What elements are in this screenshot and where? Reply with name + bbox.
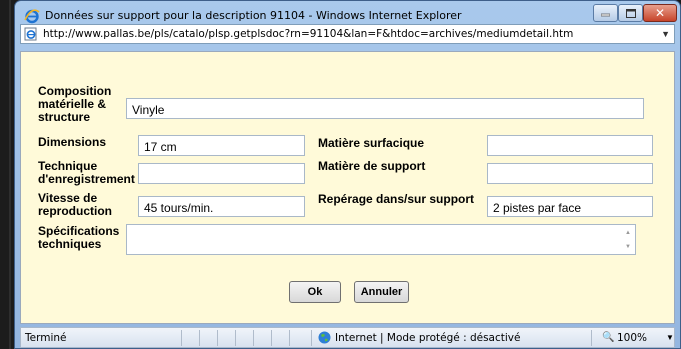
minimize-button[interactable] (593, 4, 618, 22)
status-separator (591, 330, 592, 346)
matiere-surfacique-field[interactable] (487, 135, 653, 156)
close-button[interactable]: ✕ (643, 4, 677, 22)
specifications-label: Spécifications techniques (38, 224, 120, 251)
maximize-icon (625, 8, 636, 18)
window-title: Données sur support pour la description … (45, 9, 462, 22)
zoom-icon: 🔍 (602, 332, 615, 343)
reperage-label: Repérage dans/sur support (318, 192, 475, 206)
status-bar: Terminé Internet | Mode protégé : désact… (20, 327, 675, 348)
internet-explorer-icon (24, 9, 40, 24)
status-separator (235, 330, 236, 346)
maximize-button[interactable] (618, 4, 643, 22)
status-separator (217, 330, 218, 346)
status-text: Terminé (25, 332, 67, 344)
dimensions-field[interactable]: 17 cm (138, 135, 305, 156)
status-separator (311, 330, 312, 346)
dimensions-label: Dimensions (38, 135, 107, 149)
address-bar[interactable]: http://www.pallas.be/pls/catalo/plsp.get… (20, 24, 675, 44)
reperage-field[interactable]: 2 pistes par face (487, 196, 653, 217)
scroll-up-arrow[interactable]: ▲ (625, 230, 631, 236)
desktop-background (0, 0, 14, 349)
status-separator (253, 330, 254, 346)
ie-window: Données sur support pour la description … (14, 0, 681, 349)
annuler-button[interactable]: Annuler (354, 281, 409, 303)
status-separator (181, 330, 182, 346)
status-separator (289, 330, 290, 346)
technique-label: Technique d'enregistrement (38, 159, 135, 186)
desktop-edge (9, 0, 11, 349)
matiere-surfacique-label: Matière surfacique (318, 136, 425, 150)
ok-button[interactable]: Ok (289, 281, 341, 303)
vitesse-label: Vitesse de reproduction (38, 191, 112, 218)
minimize-icon (601, 13, 610, 17)
matiere-support-label: Matière de support (318, 159, 426, 173)
address-dropdown-arrow[interactable]: ▼ (661, 29, 670, 39)
technique-field[interactable] (138, 163, 305, 184)
composition-field[interactable]: Vinyle (126, 98, 644, 119)
vitesse-field[interactable]: 45 tours/min. (138, 196, 305, 217)
page-icon (24, 27, 37, 41)
security-zone-text[interactable]: Internet | Mode protégé : désactivé (335, 332, 520, 344)
close-icon: ✕ (654, 6, 666, 20)
status-separator (271, 330, 272, 346)
scroll-down-arrow[interactable]: ▼ (625, 244, 631, 250)
globe-icon (318, 331, 331, 344)
matiere-support-field[interactable] (487, 163, 653, 184)
form-panel: Composition matérielle & structure Vinyl… (20, 51, 675, 324)
zoom-dropdown-arrow[interactable]: ▼ (666, 333, 674, 342)
status-separator (199, 330, 200, 346)
zoom-level[interactable]: 100% (617, 332, 647, 344)
specifications-field[interactable]: ▲ ▼ (126, 224, 636, 255)
url-text: http://www.pallas.be/pls/catalo/plsp.get… (43, 28, 574, 40)
